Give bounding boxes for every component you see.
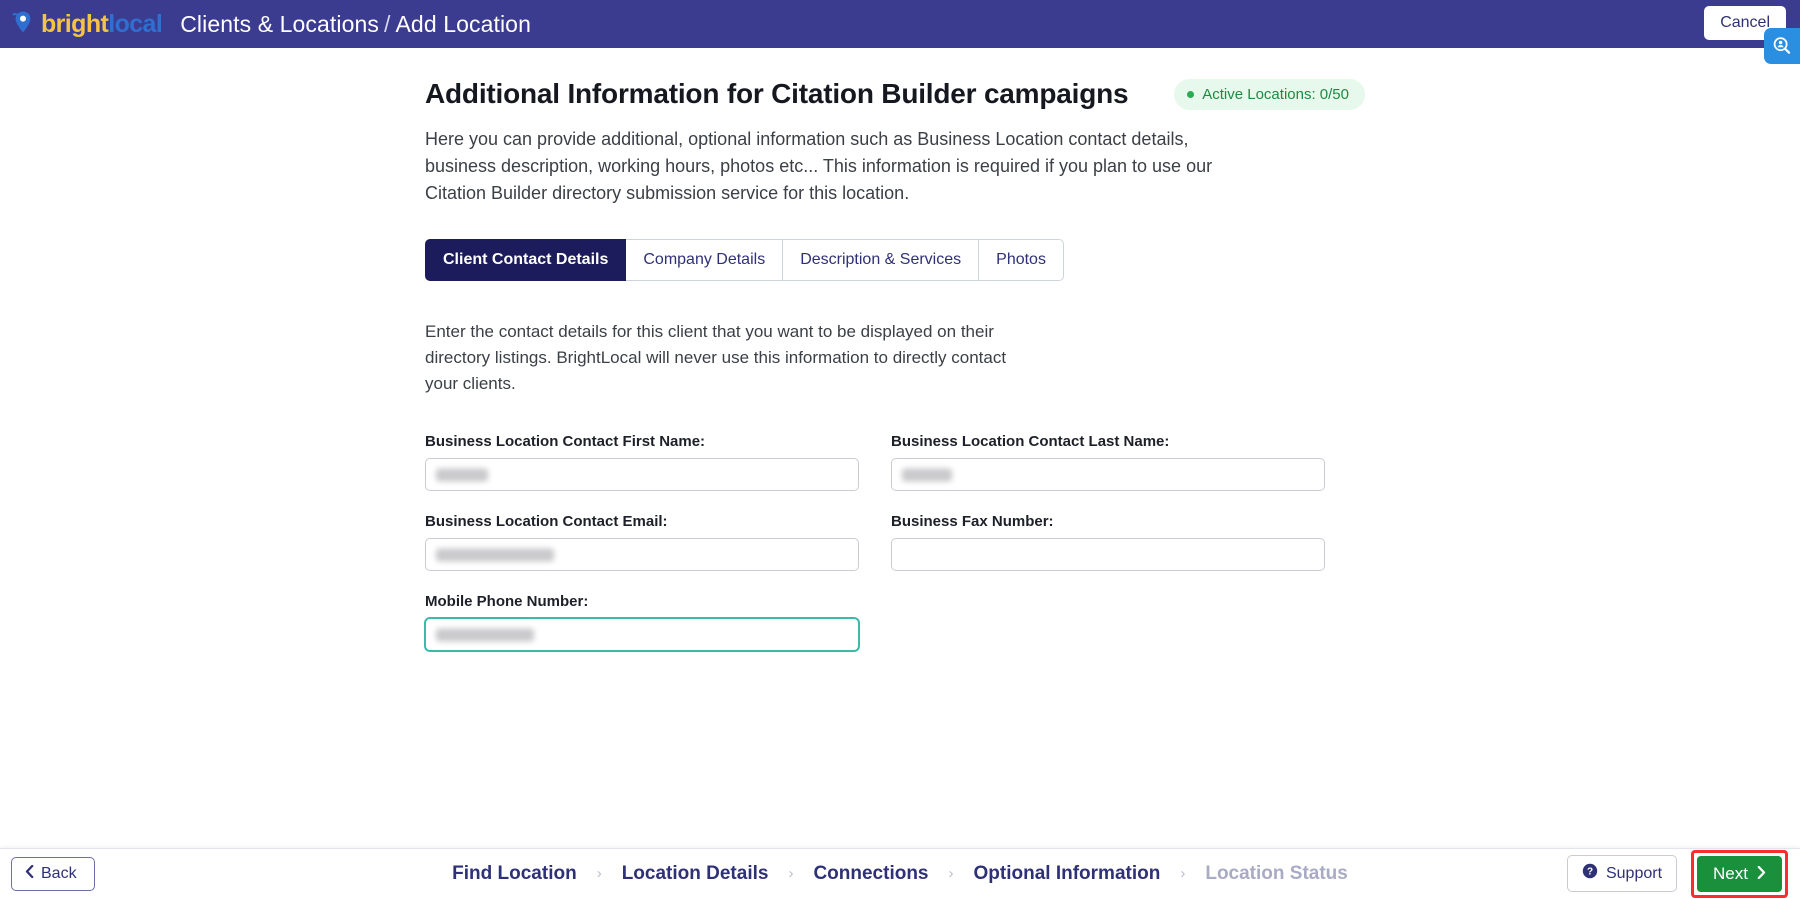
step-location-details[interactable]: Location Details <box>622 863 769 885</box>
tab-description-services[interactable]: Description & Services <box>783 239 979 281</box>
logo-wordmark: brightlocal <box>41 12 162 37</box>
tab-company-details[interactable]: Company Details <box>626 239 783 281</box>
last-name-input[interactable] <box>891 458 1325 491</box>
question-circle-icon: ? <box>1582 863 1598 884</box>
step-separator-4: › <box>1180 865 1185 882</box>
title-row: Additional Information for Citation Buil… <box>425 78 1365 110</box>
field-last-name: Business Location Contact Last Name: <box>891 433 1325 491</box>
active-locations-label: Active Locations: 0/50 <box>1202 86 1349 103</box>
svg-text:?: ? <box>1587 867 1593 878</box>
chevron-left-icon <box>25 865 34 883</box>
email-input[interactable] <box>425 538 859 571</box>
breadcrumb-current: Add Location <box>395 11 530 37</box>
support-button[interactable]: ? Support <box>1567 855 1677 892</box>
chevron-right-icon <box>1757 864 1766 884</box>
breadcrumb: Clients & Locations/Add Location <box>180 11 531 38</box>
form-row-mobile: Mobile Phone Number: <box>425 593 1325 651</box>
step-optional-information[interactable]: Optional Information <box>974 863 1161 885</box>
client-contact-form: Business Location Contact First Name: Bu… <box>425 433 1325 651</box>
step-separator-2: › <box>788 865 793 882</box>
location-pin-icon <box>10 9 36 40</box>
field-email-label: Business Location Contact Email: <box>425 513 859 530</box>
step-separator-3: › <box>949 865 954 882</box>
back-button-label: Back <box>41 865 77 883</box>
app-header: brightlocal Clients & Locations/Add Loca… <box>0 0 1800 48</box>
wizard-steps: Find Location › Location Details › Conne… <box>452 863 1348 885</box>
main-content: Additional Information for Citation Buil… <box>0 48 1800 848</box>
step-separator-1: › <box>597 865 602 882</box>
form-row-email-fax: Business Location Contact Email: Busines… <box>425 513 1325 571</box>
magnifier-person-icon[interactable] <box>1764 28 1800 64</box>
intro-text: Here you can provide additional, optiona… <box>425 126 1235 207</box>
next-button[interactable]: Next <box>1697 856 1782 892</box>
breadcrumb-separator: / <box>384 11 391 37</box>
next-button-label: Next <box>1713 864 1748 884</box>
field-last-name-label: Business Location Contact Last Name: <box>891 433 1325 450</box>
breadcrumb-parent[interactable]: Clients & Locations <box>180 11 379 37</box>
field-last-name-wrap <box>891 458 1325 491</box>
first-name-input[interactable] <box>425 458 859 491</box>
next-button-highlight: Next <box>1691 850 1788 898</box>
tab-bar: Client Contact Details Company Details D… <box>425 239 1385 281</box>
mobile-phone-input[interactable] <box>425 618 859 651</box>
field-fax-wrap <box>891 538 1325 571</box>
tab-description-text: Enter the contact details for this clien… <box>425 319 1025 397</box>
step-find-location[interactable]: Find Location <box>452 863 577 885</box>
footer-actions: ? Support Next <box>1567 850 1788 898</box>
field-first-name-label: Business Location Contact First Name: <box>425 433 859 450</box>
step-location-status: Location Status <box>1205 863 1348 885</box>
logo-word-bright: bright <box>41 10 108 38</box>
field-mobile-label: Mobile Phone Number: <box>425 593 859 610</box>
optional-information-panel: Additional Information for Citation Buil… <box>425 78 1385 673</box>
field-mobile: Mobile Phone Number: <box>425 593 859 651</box>
field-spacer <box>891 593 1325 651</box>
support-button-label: Support <box>1606 865 1662 883</box>
tab-photos[interactable]: Photos <box>979 239 1064 281</box>
brightlocal-logo[interactable]: brightlocal <box>10 9 162 40</box>
back-button[interactable]: Back <box>11 857 95 891</box>
field-email: Business Location Contact Email: <box>425 513 859 571</box>
form-row-names: Business Location Contact First Name: Bu… <box>425 433 1325 491</box>
field-first-name-wrap <box>425 458 859 491</box>
fax-input[interactable] <box>891 538 1325 571</box>
field-fax-label: Business Fax Number: <box>891 513 1325 530</box>
wizard-footer: Back Find Location › Location Details › … <box>0 848 1800 898</box>
tab-client-contact-details[interactable]: Client Contact Details <box>425 239 626 281</box>
page-title: Additional Information for Citation Buil… <box>425 78 1128 110</box>
status-dot-icon <box>1187 91 1194 98</box>
active-locations-badge: Active Locations: 0/50 <box>1174 79 1365 110</box>
field-email-wrap <box>425 538 859 571</box>
field-first-name: Business Location Contact First Name: <box>425 433 859 491</box>
field-fax: Business Fax Number: <box>891 513 1325 571</box>
step-connections[interactable]: Connections <box>813 863 928 885</box>
field-mobile-wrap <box>425 618 859 651</box>
logo-word-local: local <box>108 10 162 38</box>
